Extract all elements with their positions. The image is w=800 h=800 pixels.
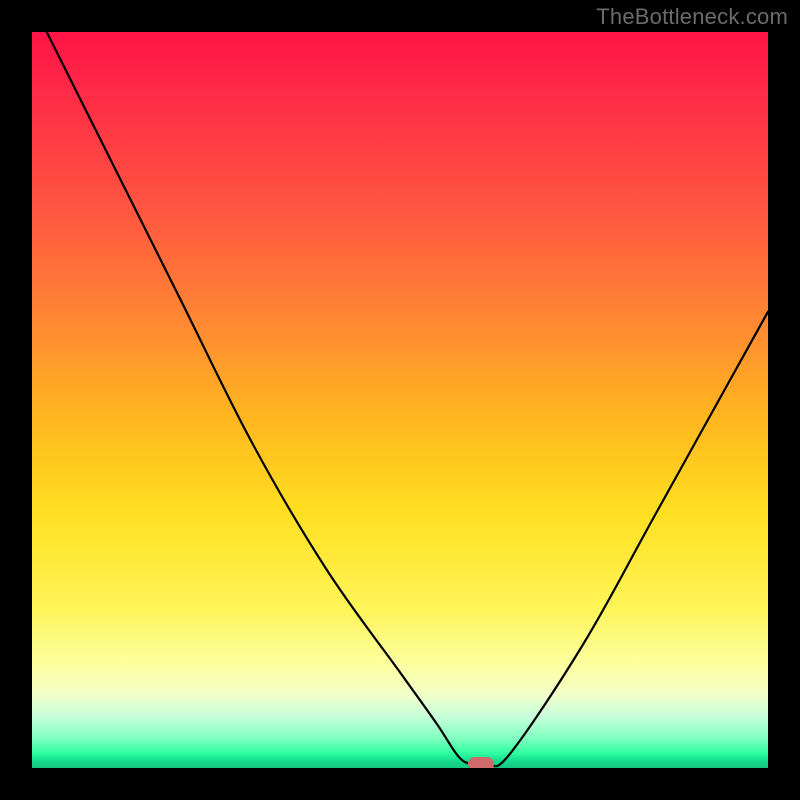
chart-frame: TheBottleneck.com <box>0 0 800 800</box>
bottleneck-curve <box>32 32 768 768</box>
watermark-text: TheBottleneck.com <box>596 4 788 30</box>
optimal-marker <box>468 757 494 768</box>
plot-area <box>32 32 768 768</box>
